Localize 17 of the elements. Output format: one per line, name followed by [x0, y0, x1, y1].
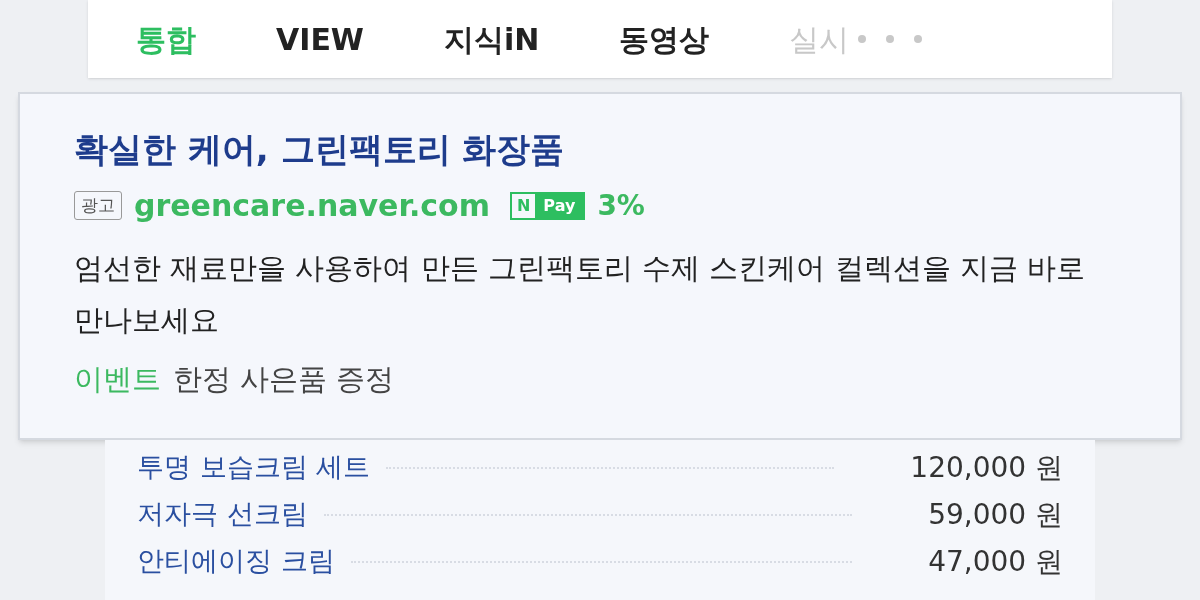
search-tab[interactable]: 동영상 [619, 16, 710, 62]
product-price: 59,000 원 [928, 496, 1063, 533]
npay-badge: N Pay [509, 191, 586, 220]
product-price: 120,000 원 [910, 449, 1063, 486]
more-icon[interactable] [857, 34, 924, 44]
pay-rate: 3% [597, 187, 645, 224]
ad-description: 엄선한 재료만을 사용하여 만든 그린팩토리 수제 스킨케어 컬렉션을 지금 바로 만나보세요 [74, 250, 1086, 339]
ad-badge: 광고 [74, 190, 122, 221]
product-price: 47,000 원 [928, 543, 1063, 580]
event-text: 한정 사은품 증정 [173, 361, 395, 398]
product-name[interactable]: 투명 보습크림 세트 [137, 447, 371, 488]
event-label: 이벤트 [74, 361, 161, 398]
ad-title[interactable]: 확실한 케어, 그린팩토리 화장품 [74, 124, 1126, 175]
product-name[interactable]: 저자극 선크림 [137, 494, 308, 535]
search-tab[interactable]: VIEW [276, 16, 364, 62]
search-tab[interactable]: 지식iN [443, 16, 540, 62]
product-name[interactable]: 안티에이징 크림 [137, 541, 335, 582]
